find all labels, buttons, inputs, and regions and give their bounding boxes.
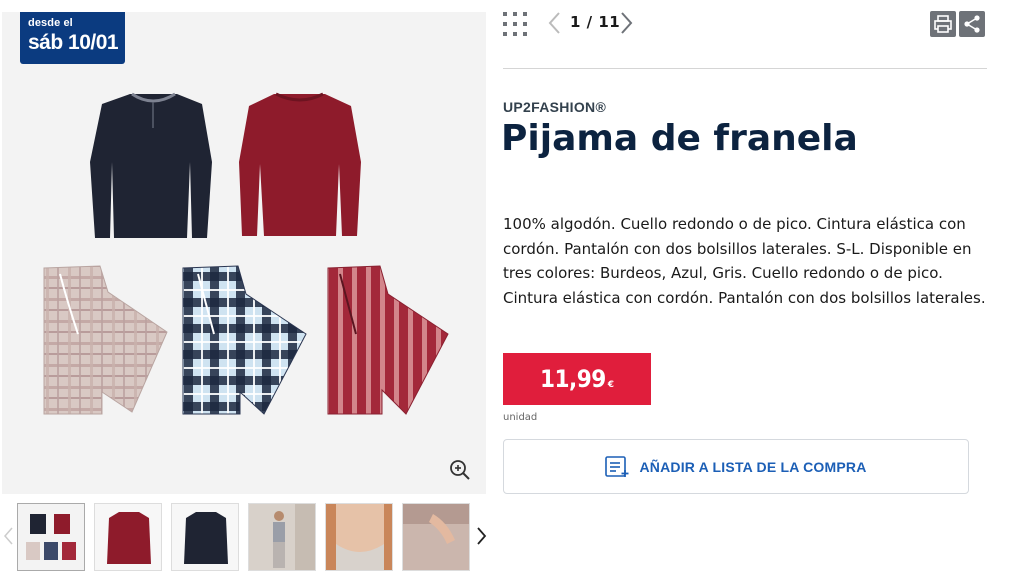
- product-main-image[interactable]: [2, 12, 486, 494]
- share-icon: [964, 15, 980, 33]
- thumb-neckline-detail[interactable]: [325, 503, 393, 571]
- product-image-gallery: desde el sáb 10/01: [2, 12, 486, 494]
- zoom-in-icon[interactable]: [448, 458, 472, 482]
- chevron-left-icon[interactable]: [2, 524, 16, 548]
- add-to-shopping-list-button[interactable]: AÑADIR A LISTA DE LA COMPRA: [503, 439, 969, 494]
- chevron-right-icon[interactable]: [618, 10, 634, 36]
- product-brand: UP2FASHION®: [503, 99, 607, 115]
- thumb-pocket-detail[interactable]: [402, 503, 470, 571]
- product-description: 100% algodón. Cuello redondo o de pico. …: [503, 215, 986, 307]
- chevron-left-icon[interactable]: [547, 10, 563, 36]
- header-divider: [503, 68, 987, 69]
- image-pager-counter: 1 / 11: [570, 13, 621, 31]
- thumb-pajama-set[interactable]: [17, 503, 85, 571]
- product-toolbar: 1 / 11: [503, 10, 987, 40]
- price-unit: unidad: [503, 412, 538, 423]
- price-amount: 11,99: [539, 365, 606, 393]
- shopping-list-icon: [605, 455, 629, 477]
- thumb-red-top[interactable]: [94, 503, 162, 571]
- thumb-navy-top[interactable]: [171, 503, 239, 571]
- price-currency: €: [607, 380, 615, 390]
- print-icon: [934, 15, 952, 33]
- navy-top-image: [90, 92, 212, 238]
- add-to-list-label: AÑADIR A LISTA DE LA COMPRA: [639, 458, 867, 475]
- grid-icon[interactable]: [503, 12, 527, 36]
- share-button[interactable]: [959, 11, 985, 37]
- price-badge: 11,99 €: [503, 353, 651, 405]
- thumbnail-strip: [0, 500, 500, 574]
- thumb-model-full[interactable]: [248, 503, 316, 571]
- product-title: Pijama de franela: [501, 118, 858, 159]
- print-button[interactable]: [930, 11, 956, 37]
- badge-line-2: sáb 10/01: [28, 31, 119, 54]
- availability-date-badge: desde el sáb 10/01: [20, 12, 125, 64]
- red-top-image: [239, 92, 361, 236]
- chevron-right-icon[interactable]: [474, 524, 488, 548]
- badge-line-1: desde el: [28, 17, 73, 29]
